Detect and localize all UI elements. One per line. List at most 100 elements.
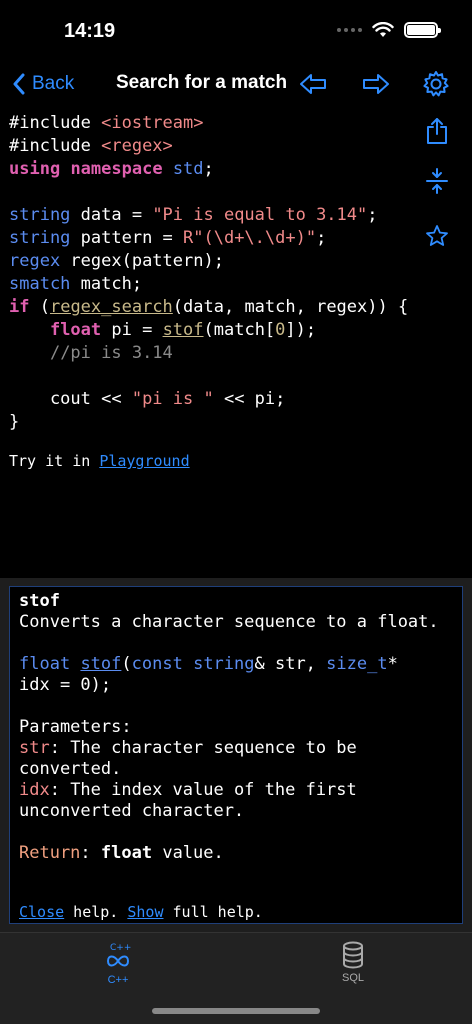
svg-text:C++: C++ [110,943,131,953]
try-it-prefix: Try it in [9,452,100,470]
share-icon [427,118,447,144]
code-line[interactable]: #include <iostream> [9,112,408,135]
tab-sql[interactable]: SQL [313,941,393,984]
favorite-button[interactable] [422,221,452,251]
code-line[interactable]: if (regex_search(data, match, regex)) { [9,296,408,319]
code-token: "Pi is equal to 3.14" [152,205,368,225]
tab-cpp[interactable]: C++ C++ [78,941,158,986]
battery-icon [404,22,441,38]
help-footer: Close help. Show full help. [19,903,263,921]
signature-token: string [193,654,255,674]
arrow-left-icon [300,74,326,94]
return-type: float [100,843,153,863]
code-token: <regex> [101,136,173,156]
code-line[interactable] [9,365,408,388]
code-editor[interactable]: #include <iostream> #include <regex> using… [0,108,472,578]
code-token: 0 [275,320,286,340]
code-token: (match[ [203,320,276,340]
code-line[interactable] [9,181,408,204]
help-panel: stof Converts a character sequence to a … [9,586,463,924]
code-token: using [9,159,61,179]
code-line[interactable]: using namespace std; [9,158,408,181]
return-colon: : [80,843,101,863]
code-token: R"(\d+\.\d+)" [183,228,317,248]
code-token: namespace [70,159,163,179]
navigation-bar: Back Search for a match [0,60,472,108]
code-line[interactable]: #include <regex> [9,135,408,158]
code-token: #include [9,113,102,133]
param-item: str: The character sequence to be conver… [19,738,453,780]
code-line[interactable]: regex regex(pattern); [9,250,408,273]
signature-token: size_t [326,654,388,674]
signature-token [70,654,80,674]
full-help-text: full help. [163,903,263,921]
help-description: Converts a character sequence to a float… [19,612,439,632]
tab-sql-label: SQL [341,972,364,984]
back-button-label: Back [32,73,75,94]
home-indicator [152,1008,320,1014]
signature-token [183,654,193,674]
signature-token: ( [121,654,132,674]
close-help-link[interactable]: Close [19,903,64,921]
code-token: regex(pattern); [60,251,224,271]
code-token: << pi; [213,389,286,409]
code-line[interactable]: cout << "pi is " << pi; [9,388,408,411]
code-token: #include [9,136,102,156]
code-token[interactable]: regex_search [50,297,173,317]
help-text: help. [64,903,128,921]
status-icons [337,22,441,38]
code-line[interactable]: //pi is 3.14 [9,342,408,365]
code-token: pi = [101,320,163,340]
tab-cpp-label: C++ [107,974,129,986]
param-name: str [19,738,50,758]
code-token: ; [316,228,327,248]
code-token: string [9,228,71,248]
format-code-button[interactable] [422,166,452,196]
code-text[interactable]: #include <iostream> #include <regex> using… [9,112,408,434]
code-line[interactable]: smatch match; [9,273,408,296]
back-button[interactable]: Back [12,68,74,100]
code-token: string [9,205,71,225]
code-token: std [172,159,204,179]
code-token: //pi is 3.14 [49,343,173,363]
page-title: Search for a match [116,72,288,93]
code-token: pattern = [70,228,184,248]
help-function-name: stof [19,591,60,611]
code-line[interactable]: string pattern = R"(\d+\.\d+)"; [9,227,408,250]
settings-button[interactable] [421,69,451,99]
status-bar: 14:19 [0,0,472,60]
code-token: ( [29,297,50,317]
code-token: <iostream> [101,113,204,133]
signature-token: const [131,654,183,674]
playground-link[interactable]: Playground [99,452,189,470]
database-icon [343,941,363,969]
chevron-left-icon [13,73,25,95]
help-signature: float stof(const string& str, size_t* id… [19,654,453,696]
code-token: "pi is " [131,389,214,409]
return-rest: value. [152,843,224,863]
code-token[interactable]: stof [163,320,204,340]
collapse-vertical-icon [426,168,448,194]
try-it-line: Try it in Playground [9,452,190,470]
code-line[interactable]: } [9,411,408,434]
code-token: (data, match, regex)) { [172,297,409,317]
next-match-button[interactable] [361,69,391,99]
code-token: } [9,412,20,432]
signature-token: & str, [254,654,327,674]
code-token: smatch [9,274,71,294]
code-token: data = [70,205,153,225]
code-line[interactable]: float pi = stof(match[0]); [9,319,408,342]
previous-match-button[interactable] [298,69,328,99]
code-token: ]); [285,320,317,340]
signature-token[interactable]: stof [80,654,121,674]
code-line[interactable]: string data = "Pi is equal to 3.14"; [9,204,408,227]
arrow-right-icon [363,74,389,94]
param-desc: : The character sequence to be converted… [19,738,357,779]
code-token: match; [70,274,143,294]
show-full-help-link[interactable]: Show [127,903,163,921]
share-button[interactable] [422,116,452,146]
